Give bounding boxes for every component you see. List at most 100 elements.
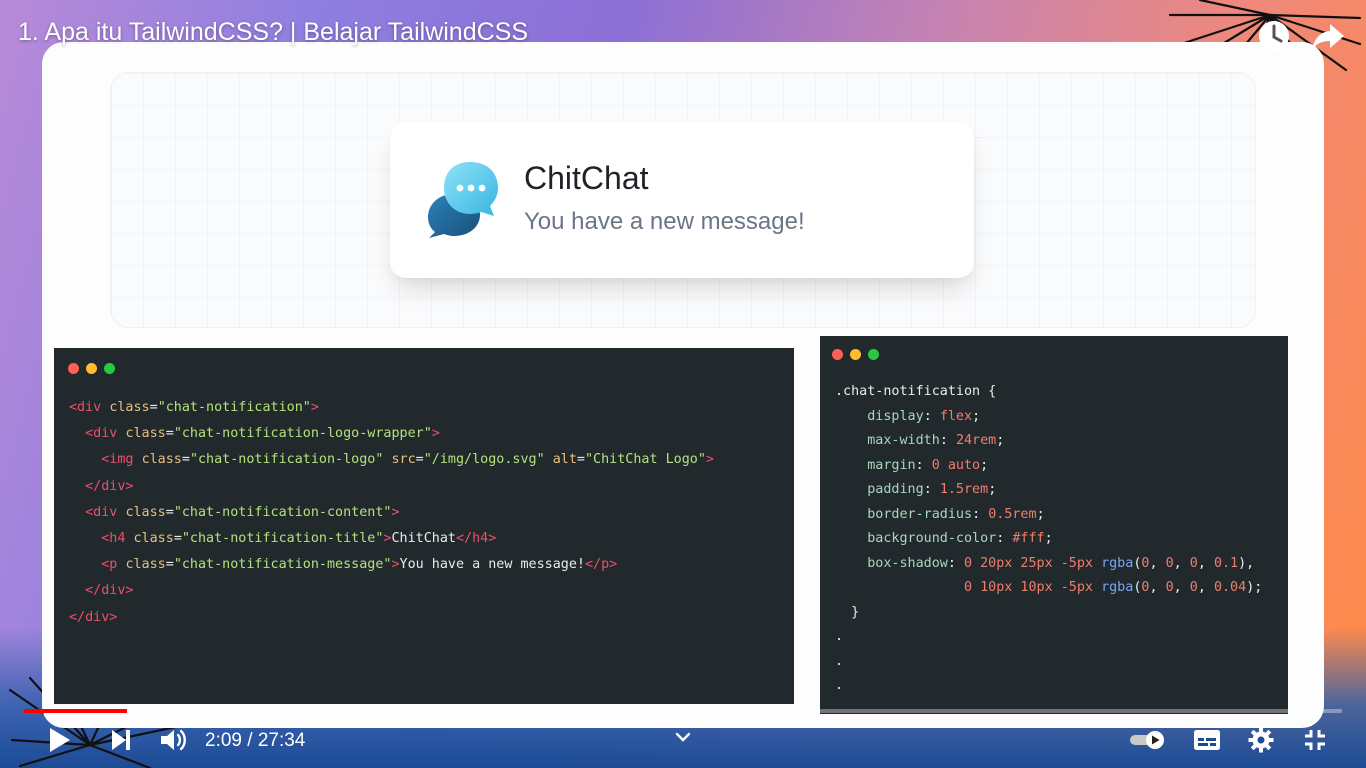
settings-button[interactable] [1246, 724, 1276, 756]
chat-bubbles-logo-icon [428, 162, 498, 238]
code-token: padding [867, 482, 924, 497]
code-token: ; [972, 408, 981, 424]
close-dot [832, 349, 843, 360]
css-code-editor: .chat-notification { display: flex; max-… [820, 336, 1288, 714]
code-token: flex [939, 408, 973, 424]
code-token: border-radius [867, 506, 973, 522]
chevron-down-icon [675, 732, 691, 742]
code-token: <div [69, 400, 110, 415]
volume-icon [161, 729, 186, 751]
progress-fill [24, 709, 127, 713]
exit-fullscreen-button[interactable] [1300, 724, 1330, 756]
subtitles-button[interactable] [1192, 724, 1222, 756]
code-token: , [1173, 555, 1190, 571]
code-token: "chat-notification-logo" [189, 452, 384, 468]
code-token: <img [101, 452, 142, 468]
code-token: ; [1036, 506, 1045, 522]
code-token: <div [85, 426, 126, 442]
code-token: , [1197, 555, 1214, 571]
code-token: "ChitChat Logo" [584, 452, 706, 468]
code-line: . [835, 673, 1262, 698]
autoplay-toggle-icon [1130, 731, 1164, 749]
code-token: > [705, 452, 714, 468]
code-line: . [835, 649, 1262, 674]
share-icon[interactable] [1308, 16, 1348, 56]
code-token: class [125, 557, 166, 573]
code-token: : [923, 408, 940, 424]
progress-bar[interactable] [24, 709, 1342, 713]
code-line: <div class="chat-notification-content"> [69, 500, 714, 526]
code-token: ); [1246, 580, 1263, 595]
code-token: 1.5rem [939, 482, 989, 497]
code-token: <p [101, 557, 126, 573]
time-separator: / [241, 730, 258, 751]
clock-icon[interactable] [1254, 16, 1294, 56]
volume-button[interactable] [158, 724, 188, 756]
duration: 27:34 [257, 730, 306, 751]
code-token: = [165, 426, 174, 442]
code-line: border-radius: 0.5rem; [835, 502, 1262, 527]
code-line: padding: 1.5rem; [835, 477, 1262, 502]
code-token: .chat-notification { [835, 384, 997, 399]
code-line: . [835, 624, 1262, 649]
code-token: #fff [1012, 531, 1045, 546]
card-message: You have a new message! [524, 208, 805, 235]
next-button[interactable] [106, 724, 136, 756]
code-token: 0 [1189, 555, 1198, 571]
code-token: : [947, 555, 964, 571]
video-title[interactable]: 1. Apa itu TailwindCSS? | Belajar Tailwi… [18, 18, 528, 47]
autoplay-toggle[interactable] [1128, 724, 1166, 756]
code-token: = [181, 452, 190, 468]
code-token: : [923, 482, 940, 497]
code-token: ; [980, 457, 989, 473]
code-token: class [125, 504, 166, 520]
code-token: = [576, 452, 585, 468]
code-token: max-width [867, 433, 940, 448]
video-frame-slide: ChitChat You have a new message! <div cl… [42, 42, 1324, 728]
subtitles-icon [1194, 730, 1220, 750]
code-token: , [1149, 580, 1166, 595]
code-line: display: flex; [835, 404, 1262, 429]
code-token: > [391, 504, 400, 520]
gear-icon [1248, 727, 1274, 753]
code-line: <p class="chat-notification-message">You… [69, 552, 714, 578]
code-token: , [1173, 580, 1190, 595]
card-title: ChitChat [524, 160, 649, 196]
code-token: 0 [1165, 555, 1174, 571]
code-token: . [835, 678, 844, 693]
code-token: </h4> [455, 530, 497, 546]
code-token: "chat-notification-content" [173, 504, 392, 520]
code-token: display [867, 408, 924, 424]
play-icon [50, 728, 70, 752]
code-token: </div> [85, 583, 134, 599]
code-token: "chat-notification-message" [173, 557, 392, 573]
minimize-dot [850, 349, 861, 360]
code-line: <div class="chat-notification"> [69, 395, 714, 421]
code-token: : [996, 531, 1013, 546]
play-button[interactable] [42, 724, 76, 756]
code-token: "chat-notification-title" [181, 530, 384, 546]
code-token: = [165, 557, 174, 573]
code-token: class [141, 452, 182, 468]
chevron-button[interactable] [672, 726, 694, 748]
css-window-dots [832, 349, 879, 360]
maximize-dot [104, 363, 115, 374]
code-line: </div> [69, 474, 714, 500]
code-token: ChitChat [391, 530, 456, 546]
code-line: box-shadow: 0 20px 25px -5px rgba(0, 0, … [835, 551, 1262, 576]
code-token: = [173, 530, 182, 546]
code-line: </div> [69, 578, 714, 604]
code-token: > [431, 426, 440, 442]
